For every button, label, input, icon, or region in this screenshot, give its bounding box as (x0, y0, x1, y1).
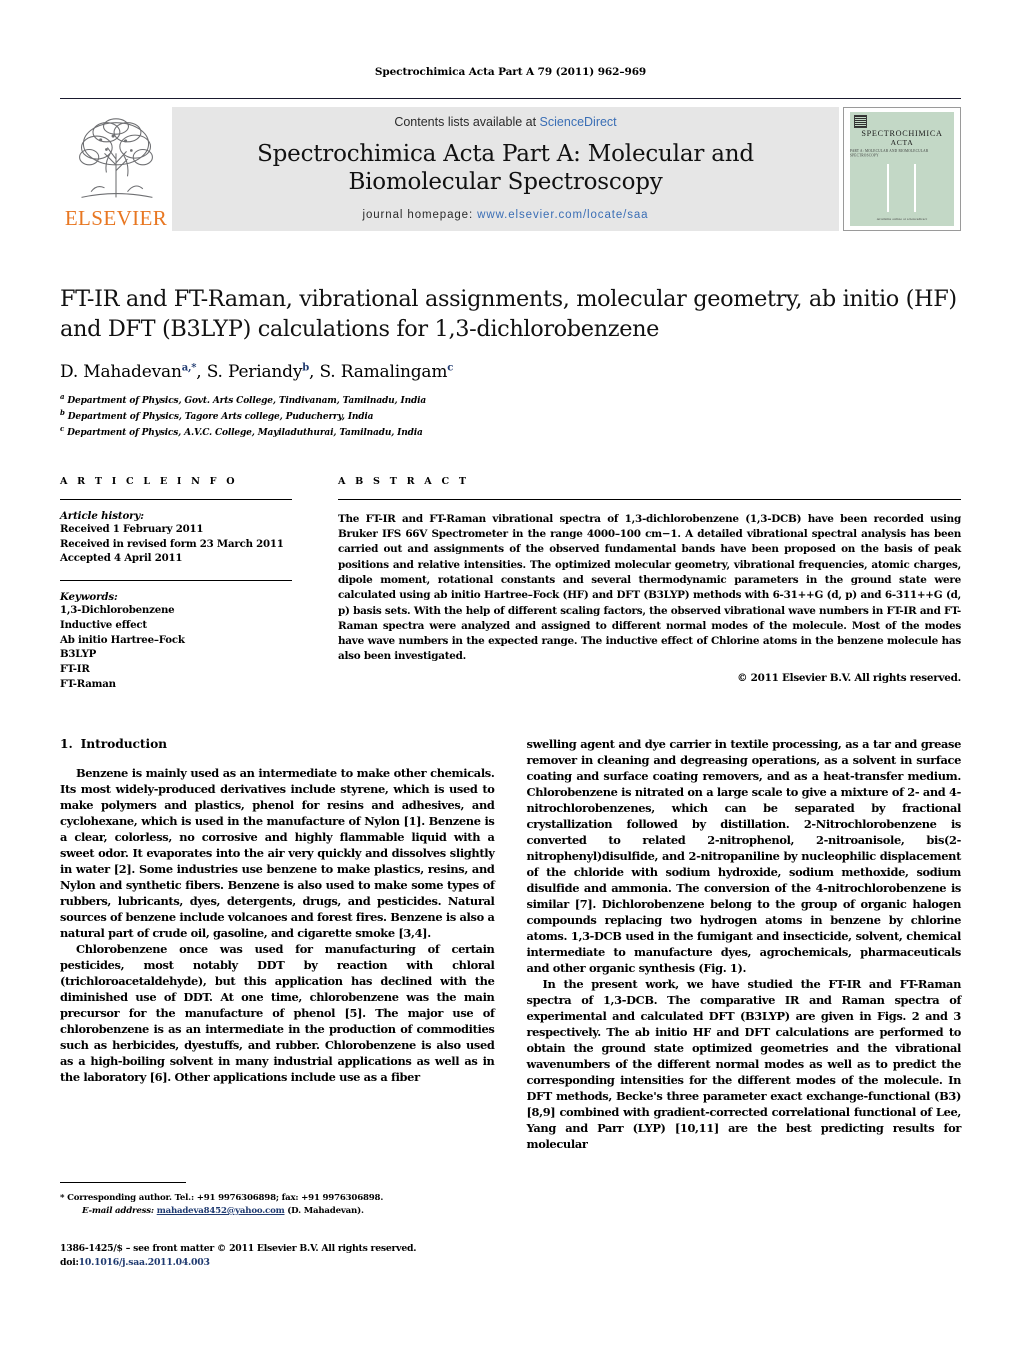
affiliation-mark: c (60, 423, 65, 433)
affiliation-item: b Department of Physics, Tagore Arts col… (60, 408, 961, 424)
article-info-heading: A R T I C L E I N F O (60, 475, 238, 487)
article-history-block: Article history: Received 1 February 201… (60, 510, 292, 566)
keyword-item: FT-Raman (60, 677, 116, 690)
affiliation-mark: a (60, 391, 65, 401)
keyword-item: FT-IR (60, 663, 90, 676)
author-name: D. Mahadevan (60, 361, 182, 382)
doi-link[interactable]: 10.1016/j.saa.2011.04.003 (79, 1257, 210, 1268)
journal-title-line1: Spectrochimica Acta Part A: Molecular an… (257, 140, 754, 167)
journal-homepage-line: journal homepage: www.elsevier.com/locat… (363, 209, 649, 221)
article-history-label: Article history: (60, 509, 144, 522)
cover-footer-text: Available online at sciencedirect (876, 217, 928, 221)
author-list: D. Mahadevana,*, S. Periandyb, S. Ramali… (60, 362, 961, 382)
affiliation-text: Department of Physics, A.V.C. College, M… (67, 427, 423, 438)
keyword-item: Inductive effect (60, 618, 147, 631)
section-heading-introduction: 1. Introduction (60, 736, 495, 751)
abstract-column: A B S T R A C T The FT-IR and FT-Raman v… (338, 476, 961, 692)
history-item: Received in revised form 23 March 2011 (60, 537, 284, 550)
journal-title-line2: Biomolecular Spectroscopy (348, 169, 663, 195)
email-label: E-mail address: (82, 1205, 154, 1216)
body-column-right: swelling agent and dye carrier in textil… (527, 736, 962, 1152)
issn-line: 1386-1425/$ – see front matter © 2011 El… (60, 1242, 417, 1254)
journal-masthead: ELSEVIER Contents lists available at Sci… (60, 107, 961, 231)
abstract-rule (338, 498, 961, 500)
elsevier-logo: ELSEVIER (60, 107, 172, 231)
keywords-label: Keywords: (60, 591, 118, 604)
affiliation-list: a Department of Physics, Govt. Arts Coll… (60, 392, 961, 440)
email-owner: (D. Mahadevan). (287, 1205, 364, 1216)
author-marks: a,* (181, 361, 197, 373)
doi-label: doi: (60, 1256, 79, 1268)
author-name: S. Periandy (206, 361, 303, 382)
elsevier-tree-icon (79, 118, 153, 198)
cover-barcode-icon (854, 115, 867, 128)
keywords-block: Keywords: 1,3-Dichlorobenzene Inductive … (60, 591, 292, 692)
abstract-text: The FT-IR and FT-Raman vibrational spect… (338, 512, 961, 663)
author-marks: c (447, 361, 454, 373)
contents-prefix: Contents lists available at (394, 114, 540, 129)
affiliation-mark: b (60, 407, 65, 417)
journal-title: Spectrochimica Acta Part A: Molecular an… (257, 140, 754, 196)
paragraph: Chlorobenzene once was used for manufact… (60, 941, 495, 1085)
journal-cover-art: SPECTROCHIMICA ACTA PART A: MOLECULAR AN… (850, 112, 954, 226)
author-separator: , (196, 361, 207, 382)
keyword-item: B3LYP (60, 648, 97, 661)
section-number: 1. (60, 735, 73, 751)
doi-line: doi:10.1016/j.saa.2011.04.003 (60, 1256, 492, 1270)
corresponding-author-note: * Corresponding author. Tel.: +91 997630… (60, 1193, 384, 1203)
cover-bars (850, 164, 954, 212)
paragraph: Benzene is mainly used as an intermediat… (60, 765, 495, 940)
email-note: E-mail address: mahadeva8452@yahoo.com (… (60, 1205, 492, 1218)
homepage-label: journal homepage: (362, 209, 474, 222)
body-column-left: 1. Introduction Benzene is mainly used as… (60, 736, 495, 1152)
contents-available-line: Contents lists available at ScienceDirec… (394, 115, 616, 129)
article-title: FT-IR and FT-Raman, vibrational assignme… (60, 286, 957, 342)
sciencedirect-link[interactable]: ScienceDirect (540, 115, 617, 129)
elsevier-wordmark: ELSEVIER (64, 206, 168, 230)
homepage-url-link[interactable]: www.elsevier.com/locate/saa (477, 209, 648, 221)
running-head: Spectrochimica Acta Part A 79 (2011) 962… (374, 66, 647, 78)
article-info-rule (60, 498, 292, 500)
page-footer: * Corresponding author. Tel.: +91 997630… (60, 1182, 492, 1270)
journal-cover-thumbnail: SPECTROCHIMICA ACTA PART A: MOLECULAR AN… (843, 107, 961, 231)
info-abstract-region: A R T I C L E I N F O Article history: R… (60, 476, 961, 692)
cover-subtitle: PART A: MOLECULAR AND BIOMOLECULAR SPECT… (850, 148, 929, 158)
cover-title-line1: SPECTROCHIMICA (861, 129, 943, 138)
affiliation-item: a Department of Physics, Govt. Arts Coll… (60, 392, 961, 408)
abstract-copyright: © 2011 Elsevier B.V. All rights reserved… (737, 671, 961, 684)
history-item: Accepted 4 April 2011 (60, 552, 183, 565)
affiliation-text: Department of Physics, Govt. Arts Colleg… (67, 395, 427, 406)
section-title: Introduction (80, 735, 168, 751)
author-name: S. Ramalingam (319, 361, 448, 382)
keywords-rule (60, 580, 292, 582)
history-item: Received 1 February 2011 (60, 522, 204, 535)
masthead-top-rule (60, 98, 961, 99)
title-block: FT-IR and FT-Raman, vibrational assignme… (60, 285, 961, 440)
abstract-heading: A B S T R A C T (338, 475, 470, 487)
article-info-column: A R T I C L E I N F O Article history: R… (60, 476, 292, 692)
author-separator: , (309, 361, 320, 382)
journal-band: Contents lists available at ScienceDirec… (172, 107, 839, 231)
email-link[interactable]: mahadeva8452@yahoo.com (157, 1206, 285, 1216)
keyword-item: Ab initio Hartree–Fock (60, 633, 185, 646)
footnote-rule (60, 1182, 186, 1183)
keyword-item: 1,3-Dichlorobenzene (60, 604, 175, 617)
affiliation-item: c Department of Physics, A.V.C. College,… (60, 424, 961, 440)
body-columns: 1. Introduction Benzene is mainly used as… (60, 736, 961, 1152)
cover-title-line2: ACTA (890, 138, 914, 147)
issn-copyright-block: 1386-1425/$ – see front matter © 2011 El… (60, 1242, 492, 1270)
paragraph: swelling agent and dye carrier in textil… (526, 736, 962, 975)
affiliation-text: Department of Physics, Tagore Arts colle… (67, 411, 374, 422)
paragraph: In the present work, we have studied the… (526, 977, 962, 1152)
